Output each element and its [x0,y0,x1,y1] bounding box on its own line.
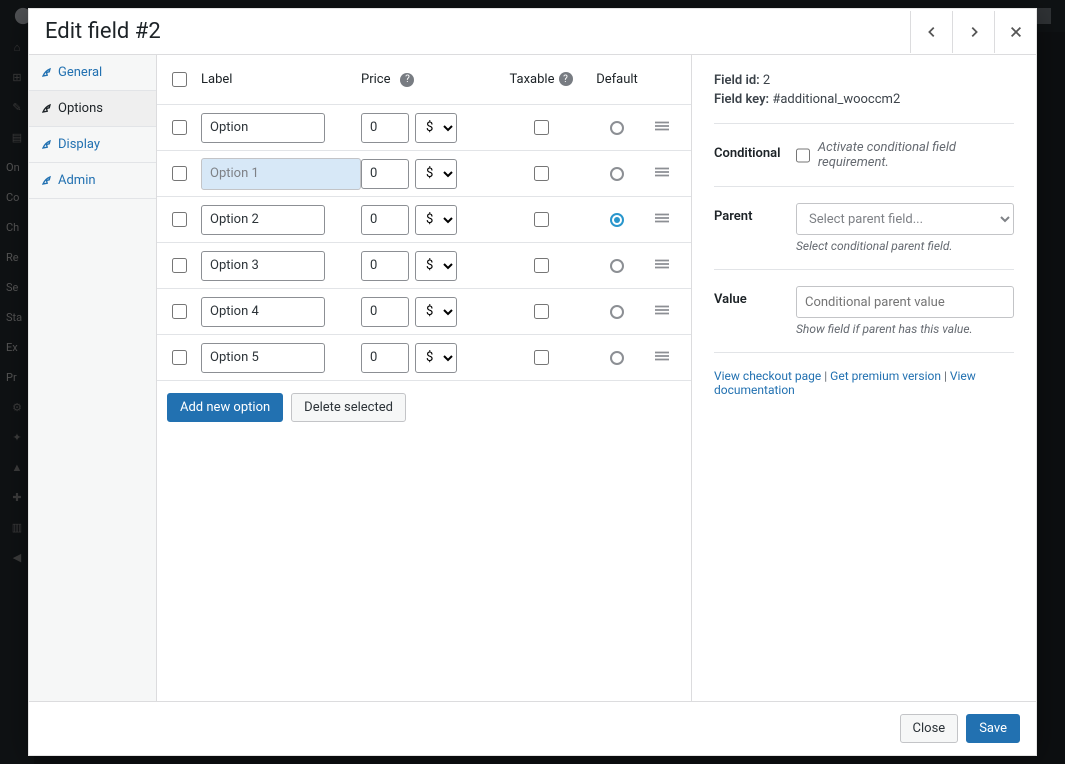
conditional-label: Conditional [714,140,786,161]
option-price-input[interactable] [361,205,409,235]
default-radio[interactable] [610,351,624,365]
drag-handle-icon[interactable] [655,211,669,229]
parent-select[interactable]: Select parent field... [796,203,1014,235]
taxable-checkbox[interactable] [534,350,549,365]
field-settings-panel: Field id: 2 Field key: #additional_woocc… [692,55,1036,701]
option-row: $ [157,243,691,289]
modal-header: Edit field #2 [29,9,1036,55]
default-radio[interactable] [610,167,624,181]
row-checkbox[interactable] [172,350,187,365]
drag-handle-icon[interactable] [655,165,669,183]
options-panel: Label Price? Taxable? Default $ $ $ $ $ $ Add… [157,55,692,701]
close-button[interactable]: Close [900,714,959,743]
sidenav-item-display[interactable]: Display [29,127,156,163]
link-premium[interactable]: Get premium version [830,369,941,383]
currency-select[interactable]: $ [415,297,457,327]
row-checkbox[interactable] [172,166,187,181]
field-key-row: Field key: #additional_wooccm2 [714,92,1014,107]
value-label: Value [714,286,786,307]
col-header-default: Default [581,72,653,87]
sidenav-item-options[interactable]: Options [29,91,156,127]
default-radio[interactable] [610,213,624,227]
save-button[interactable]: Save [966,714,1020,743]
edit-field-modal: Edit field #2 GeneralOptionsDisplayAdmin… [28,8,1037,756]
option-label-input[interactable] [201,113,325,143]
taxable-checkbox[interactable] [534,212,549,227]
option-price-input[interactable] [361,159,409,189]
parent-hint: Select conditional parent field. [796,239,1014,253]
modal-sidenav: GeneralOptionsDisplayAdmin [29,55,157,701]
taxable-checkbox[interactable] [534,120,549,135]
row-checkbox[interactable] [172,258,187,273]
row-checkbox[interactable] [172,120,187,135]
default-radio[interactable] [610,305,624,319]
help-icon[interactable]: ? [400,73,414,87]
modal-footer: Close Save [29,701,1036,755]
currency-select[interactable]: $ [415,159,457,189]
next-button[interactable] [952,11,994,53]
modal-title: Edit field #2 [29,9,177,54]
currency-select[interactable]: $ [415,113,457,143]
close-icon[interactable] [994,11,1036,53]
sidenav-item-general[interactable]: General [29,55,156,91]
option-label-input[interactable] [201,343,325,373]
conditional-checkbox[interactable] [796,148,810,163]
option-row: $ [157,197,691,243]
option-row: $ [157,335,691,381]
drag-handle-icon[interactable] [655,303,669,321]
default-radio[interactable] [610,259,624,273]
drag-handle-icon[interactable] [655,119,669,137]
conditional-hint: Activate conditional field requirement. [818,140,1014,170]
option-label-input[interactable] [201,205,325,235]
select-all-checkbox[interactable] [172,72,187,87]
sidenav-item-admin[interactable]: Admin [29,163,156,199]
option-label-input[interactable] [201,158,361,190]
parent-label: Parent [714,203,786,224]
option-row: $ [157,289,691,335]
taxable-checkbox[interactable] [534,304,549,319]
currency-select[interactable]: $ [415,343,457,373]
link-checkout[interactable]: View checkout page [714,369,821,383]
currency-select[interactable]: $ [415,251,457,281]
taxable-checkbox[interactable] [534,258,549,273]
option-price-input[interactable] [361,343,409,373]
field-id-row: Field id: 2 [714,73,1014,88]
option-row: $ [157,151,691,197]
prev-button[interactable] [910,11,952,53]
option-label-input[interactable] [201,297,325,327]
value-input[interactable] [796,286,1014,318]
option-price-input[interactable] [361,113,409,143]
option-label-input[interactable] [201,251,325,281]
col-header-taxable: Taxable? [501,72,581,87]
delete-selected-button[interactable]: Delete selected [291,393,406,422]
col-header-label: Label [201,72,361,87]
option-price-input[interactable] [361,297,409,327]
row-checkbox[interactable] [172,304,187,319]
help-icon[interactable]: ? [559,72,573,86]
footer-links: View checkout page | Get premium version… [714,369,1014,397]
value-hint: Show field if parent has this value. [796,322,1014,336]
drag-handle-icon[interactable] [655,257,669,275]
currency-select[interactable]: $ [415,205,457,235]
drag-handle-icon[interactable] [655,349,669,367]
option-row: $ [157,105,691,151]
col-header-price: Price? [361,72,501,87]
row-checkbox[interactable] [172,212,187,227]
option-price-input[interactable] [361,251,409,281]
options-table-header: Label Price? Taxable? Default [157,55,691,105]
default-radio[interactable] [610,121,624,135]
add-option-button[interactable]: Add new option [167,393,283,422]
taxable-checkbox[interactable] [534,166,549,181]
